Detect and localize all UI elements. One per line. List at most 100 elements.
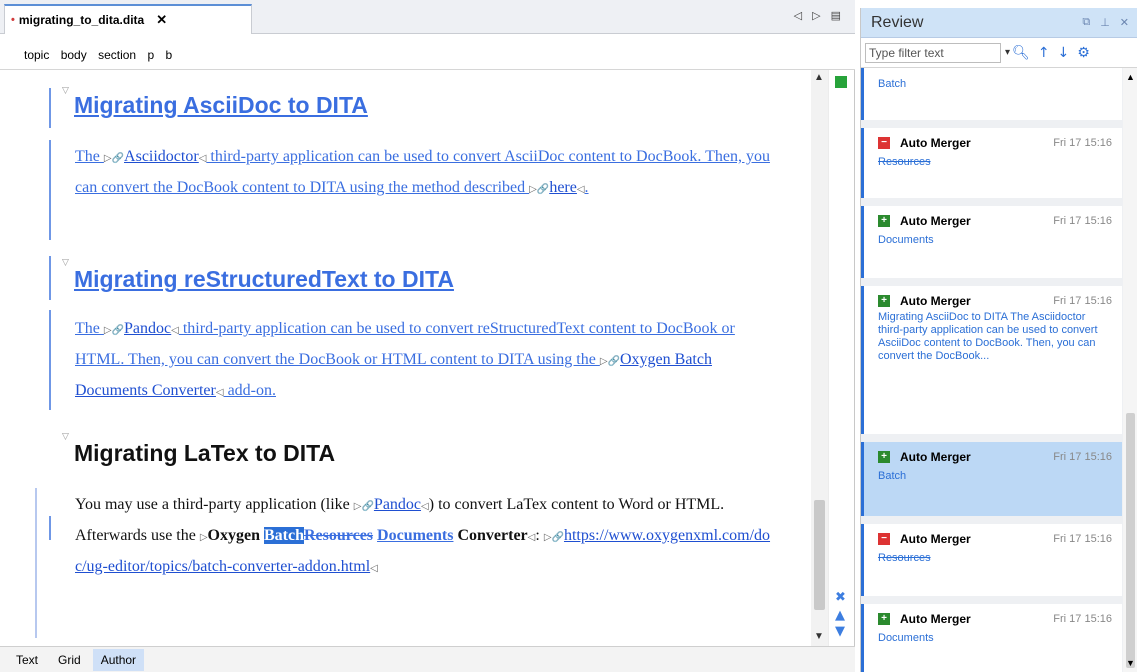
change-bar <box>49 140 51 240</box>
link-end-tag-icon: ◁ <box>421 501 429 512</box>
filter-dropdown-icon[interactable]: ▾ <box>1005 47 1010 58</box>
filter-input[interactable] <box>865 42 1001 63</box>
editor-pane: • migrating_to_dita.dita ✕ ◁ ▷ ▤ topic b… <box>0 0 855 672</box>
scroll-up-icon[interactable]: ▲ <box>1126 72 1135 82</box>
section-paragraph[interactable]: The ▷🔗Pandoc◁ third-party application ca… <box>75 314 775 407</box>
link-start-tag-icon: ▷🔗 <box>599 356 620 367</box>
insertion-icon: + <box>878 295 890 307</box>
pin-icon[interactable]: ⊥ <box>1100 16 1110 29</box>
close-icon[interactable]: ✕ <box>156 12 167 28</box>
next-tab-icon[interactable]: ▷ <box>812 9 820 22</box>
change-text: Resources <box>878 156 931 168</box>
settings-gear-icon[interactable]: ⚙ <box>1077 45 1090 61</box>
close-icon[interactable]: ✖ <box>835 590 846 605</box>
collapse-triangle-icon[interactable]: ▽ <box>62 432 69 442</box>
previous-change-arrow-icon[interactable]: ↑ <box>1038 45 1050 61</box>
xref-link[interactable]: Asciidoctor <box>124 148 199 165</box>
breadcrumb-section[interactable]: section <box>98 48 136 62</box>
editor-tab-title: migrating_to_dita.dita <box>18 13 145 27</box>
breadcrumb-b[interactable]: b <box>165 48 172 62</box>
link-end-tag-icon: ◁ <box>215 387 224 398</box>
link-start-tag-icon: ▷🔗 <box>103 325 125 336</box>
scroll-thumb[interactable] <box>814 500 825 610</box>
insertion-icon: + <box>878 613 890 625</box>
section-paragraph[interactable]: You may use a third-party application (l… <box>75 490 775 583</box>
tab-grid-mode[interactable]: Grid <box>50 649 89 671</box>
collapse-triangle-icon[interactable]: ▽ <box>62 86 69 96</box>
breadcrumb: topic body section p b <box>0 34 855 70</box>
change-card-selected[interactable]: + Auto Merger Fri 17 15:16 Batch <box>861 442 1122 516</box>
change-card[interactable]: Batch <box>861 68 1122 120</box>
xref-link[interactable]: here <box>549 179 577 196</box>
review-changes-list[interactable]: Batch − Auto Merger Fri 17 15:16 Resources… <box>861 68 1122 672</box>
change-card[interactable]: − Auto Merger Fri 17 15:16 Resources <box>861 128 1122 198</box>
change-text: Documents <box>878 234 934 246</box>
change-card[interactable]: + Auto Merger Fri 17 15:16 Documents <box>861 604 1122 672</box>
change-bar <box>49 88 51 128</box>
author-document-area[interactable]: ▽ Migrating AsciiDoc to DITA The ▷🔗Ascii… <box>0 70 828 646</box>
change-text: Batch <box>878 78 907 90</box>
insertion-icon: + <box>878 451 890 463</box>
change-bar <box>35 488 37 638</box>
scroll-thumb[interactable] <box>1126 413 1135 668</box>
review-panel: Review ⧉ ⊥ ✕ ▾ 🔍︎ ↑ ↓ ⚙ Batch −Auto Merg… <box>860 8 1137 672</box>
tab-text-mode[interactable]: Text <box>8 649 46 671</box>
change-text: Documents <box>878 632 934 644</box>
tab-navigation: ◁ ▷ ▤ <box>794 9 841 22</box>
change-bar <box>49 310 51 410</box>
link-start-tag-icon: ▷🔗 <box>103 153 125 164</box>
change-card[interactable]: + Auto Merger Fri 17 15:16 Migrating Ascii… <box>861 286 1122 434</box>
scroll-up-icon[interactable]: ▲ <box>814 72 824 83</box>
change-text: Resources <box>878 552 931 564</box>
document-status-indicator <box>835 76 847 88</box>
next-change-arrow-icon[interactable]: ↓ <box>1058 45 1070 61</box>
link-end-tag-icon: ◁ <box>370 563 378 574</box>
deleted-text[interactable]: Resources <box>304 527 373 544</box>
editor-mode-bar: Text Grid Author <box>0 646 855 672</box>
selected-inserted-text[interactable]: Batch <box>264 527 304 544</box>
collapse-triangle-icon[interactable]: ▽ <box>62 258 69 268</box>
xref-link[interactable]: Pandoc <box>374 496 421 513</box>
modified-indicator: • <box>11 14 15 26</box>
inserted-text[interactable]: Documents <box>377 527 453 544</box>
review-panel-title: Review <box>871 13 924 31</box>
change-overview-strip: ✖ ▲ ▼ <box>828 70 852 646</box>
link-start-tag-icon: ▷🔗 <box>529 184 550 195</box>
xref-link[interactable]: Pandoc <box>124 320 171 337</box>
review-scrollbar[interactable]: ▲ ▼ <box>1123 68 1137 672</box>
previous-tab-icon[interactable]: ◁ <box>794 9 802 22</box>
close-icon[interactable]: ✕ <box>1120 16 1129 29</box>
removal-icon: − <box>878 533 890 545</box>
tab-author-mode[interactable]: Author <box>92 648 145 671</box>
review-panel-header: Review ⧉ ⊥ ✕ <box>861 8 1137 38</box>
removal-icon: − <box>878 137 890 149</box>
link-end-tag-icon: ◁ <box>171 325 179 336</box>
next-change-icon[interactable]: ▼ <box>835 624 845 639</box>
change-bar <box>49 256 51 300</box>
link-end-tag-icon: ◁ <box>576 184 585 195</box>
change-text: Batch <box>878 470 907 482</box>
section-title: Migrating AsciiDoc to DITA <box>74 92 368 118</box>
section-paragraph[interactable]: The ▷🔗Asciidoctor◁ third-party applicati… <box>75 142 775 204</box>
bold-text: Oxygen <box>207 527 264 544</box>
scroll-down-icon[interactable]: ▼ <box>814 631 824 642</box>
float-panel-icon[interactable]: ⧉ <box>1082 16 1090 29</box>
editor-tab[interactable]: • migrating_to_dita.dita ✕ <box>4 4 252 34</box>
link-start-tag-icon: ▷🔗 <box>353 501 374 512</box>
breadcrumb-p[interactable]: p <box>147 48 154 62</box>
change-card[interactable]: + Auto Merger Fri 17 15:16 Documents <box>861 206 1122 278</box>
editor-vertical-scrollbar[interactable]: ▲ ▼ <box>811 70 828 646</box>
change-bar <box>49 516 51 540</box>
change-card[interactable]: − Auto Merger Fri 17 15:16 Resources <box>861 524 1122 596</box>
scroll-down-icon[interactable]: ▼ <box>1126 658 1135 668</box>
change-text: Migrating AsciiDoc to DITA The Asciidoct… <box>878 311 1098 362</box>
section-title: Migrating reStructuredText to DITA <box>74 266 454 292</box>
bold-start-tag-icon: ▷ <box>199 532 208 543</box>
tab-list-icon[interactable]: ▤ <box>831 9 841 22</box>
search-icon[interactable]: 🔍︎ <box>1012 45 1030 61</box>
link-start-tag-icon: ▷🔗 <box>543 532 564 543</box>
breadcrumb-topic[interactable]: topic <box>24 48 49 62</box>
breadcrumb-body[interactable]: body <box>61 48 87 62</box>
previous-change-icon[interactable]: ▲ <box>835 608 845 623</box>
editor-tab-bar: • migrating_to_dita.dita ✕ ◁ ▷ ▤ <box>0 0 855 34</box>
